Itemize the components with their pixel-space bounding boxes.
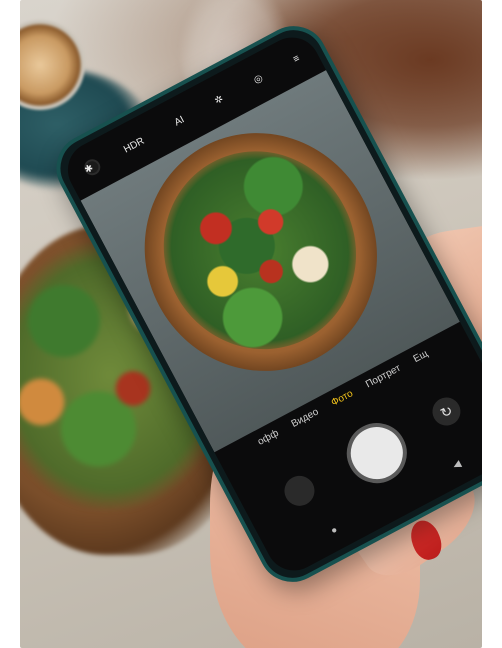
shutter-button[interactable] <box>336 412 418 494</box>
back-icon[interactable]: ◀ <box>451 459 463 472</box>
switch-camera-icon[interactable]: ↻ <box>427 392 466 431</box>
mode-video[interactable]: Видео <box>290 406 327 441</box>
flash-icon[interactable]: ✱ <box>83 162 96 176</box>
effects-icon[interactable]: ✲ <box>213 93 226 107</box>
mode-photo[interactable]: Фото <box>330 388 362 420</box>
hdr-toggle[interactable]: HDR <box>122 135 146 155</box>
gallery-thumbnail[interactable] <box>279 470 320 512</box>
photo-scene: ✱ HDR AI ✲ ◎ ≡ офф Видео Фото Портрет Ещ… <box>20 0 482 648</box>
menu-icon[interactable]: ≡ <box>291 53 301 65</box>
viewfinder-salad <box>129 117 391 384</box>
home-icon[interactable]: ● <box>329 524 340 537</box>
mode-partial-right[interactable]: Ещ <box>412 348 436 376</box>
ai-toggle[interactable]: AI <box>173 114 187 128</box>
filter-icon[interactable]: ◎ <box>252 72 265 86</box>
mode-partial-left[interactable]: офф <box>256 428 287 460</box>
